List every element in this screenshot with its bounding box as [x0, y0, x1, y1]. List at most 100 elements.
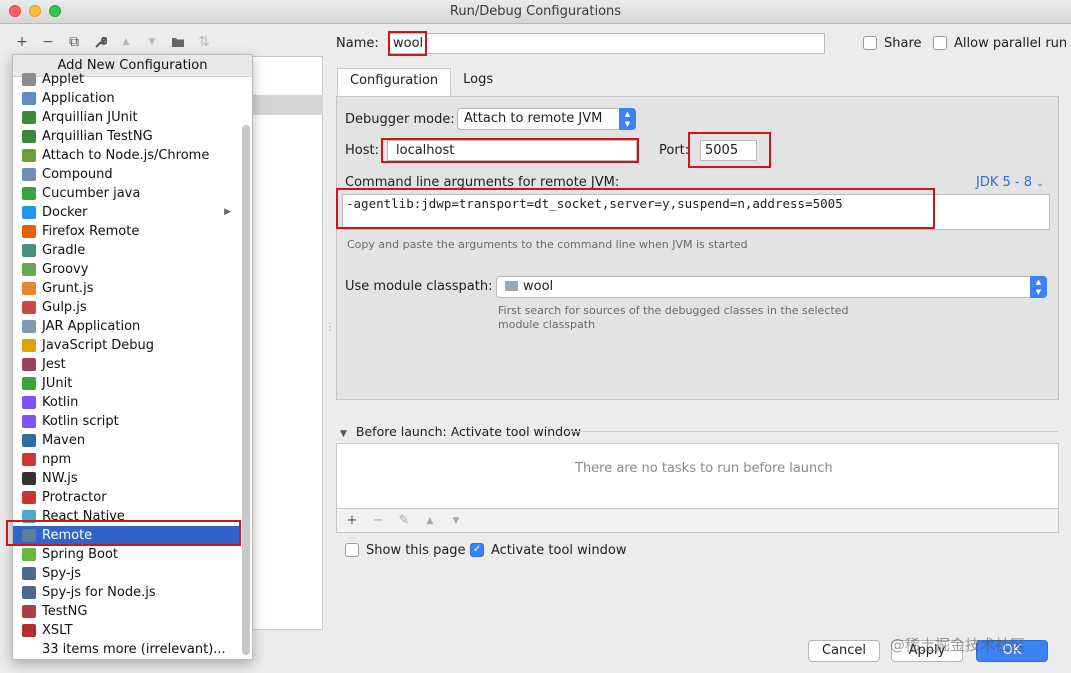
edit-task-icon[interactable]: ✎ — [395, 513, 413, 528]
popup-item-grunt-js[interactable]: Grunt.js — [13, 279, 241, 298]
popup-item-kotlin-script[interactable]: Kotlin script — [13, 412, 241, 431]
popup-item-label: Arquillian TestNG — [42, 129, 153, 144]
popup-item-label: Gulp.js — [42, 300, 87, 315]
popup-item-arquillian-testng[interactable]: Arquillian TestNG — [13, 127, 241, 146]
window-titlebar: Run/Debug Configurations — [0, 0, 1071, 24]
show-page-checkbox[interactable] — [345, 543, 359, 557]
popup-item-gulp-js[interactable]: Gulp.js — [13, 298, 241, 317]
junit-icon — [22, 377, 36, 390]
module-hint-line2: module classpath — [498, 318, 596, 331]
module-classpath-select[interactable]: wool ▲ ▼ — [496, 276, 1047, 298]
module-classpath-value: wool — [523, 279, 554, 294]
popup-item-label: Groovy — [42, 262, 89, 277]
move-up-icon[interactable]: ▲ — [116, 32, 136, 52]
popup-item-nw-js[interactable]: NW.js — [13, 469, 241, 488]
testng-icon — [22, 605, 36, 618]
allow-parallel-checkbox[interactable] — [933, 36, 947, 50]
popup-item-jar-application[interactable]: JAR Application — [13, 317, 241, 336]
add-icon[interactable]: + — [12, 32, 32, 52]
popup-item-gradle[interactable]: Gradle — [13, 241, 241, 260]
tree-selected-row[interactable] — [253, 95, 323, 115]
tab-configuration[interactable]: Configuration — [337, 68, 452, 96]
module-classpath-label: Use module classpath: — [345, 279, 493, 294]
popup-item-label: Kotlin script — [42, 414, 119, 429]
cancel-button[interactable]: Cancel — [808, 640, 880, 662]
close-window-button[interactable] — [9, 5, 21, 17]
popup-item-spy-js[interactable]: Spy-js — [13, 564, 241, 583]
popup-item-maven[interactable]: Maven — [13, 431, 241, 450]
before-launch-header[interactable]: ▼ Before launch: Activate tool window — [340, 424, 1058, 439]
popup-item-33-items-more-irrelevant[interactable]: 33 items more (irrelevant)... — [13, 640, 241, 659]
add-task-icon[interactable]: + — [343, 513, 361, 528]
popup-item-groovy[interactable]: Groovy — [13, 260, 241, 279]
popup-item-compound[interactable]: Compound — [13, 165, 241, 184]
popup-item-junit[interactable]: JUnit — [13, 374, 241, 393]
zoom-window-button[interactable] — [49, 5, 61, 17]
popup-item-label: Firefox Remote — [42, 224, 140, 239]
splitter-handle[interactable]: ⋮ — [325, 322, 335, 333]
popup-item-javascript-debug[interactable]: JavaScript Debug — [13, 336, 241, 355]
folder-icon[interactable] — [168, 32, 188, 52]
popup-item-react-native[interactable]: React Native — [13, 507, 241, 526]
module-folder-icon — [505, 281, 518, 291]
docker-icon — [22, 206, 36, 219]
grunt-icon — [22, 282, 36, 295]
share-checkbox[interactable] — [863, 36, 877, 50]
activate-tool-window-checkbox[interactable]: ✓ — [470, 543, 484, 557]
name-input[interactable]: wool — [388, 33, 825, 54]
minimize-window-button[interactable] — [29, 5, 41, 17]
popup-item-xslt[interactable]: XSLT — [13, 621, 241, 640]
debugger-mode-select[interactable]: Attach to remote JVM ▲ ▼ — [457, 108, 636, 130]
popup-item-label: TestNG — [42, 604, 88, 619]
popup-item-docker[interactable]: Docker ▶ — [13, 203, 241, 222]
chevron-updown-icon: ▲ ▼ — [619, 108, 636, 130]
popup-item-label: Compound — [42, 167, 113, 182]
jest-icon — [22, 358, 36, 371]
popup-item-spring-boot[interactable]: Spring Boot — [13, 545, 241, 564]
before-launch-task-list[interactable]: There are no tasks to run before launch — [336, 443, 1059, 509]
popup-item-jest[interactable]: Jest — [13, 355, 241, 374]
popup-item-attach-to-node-js-chrome[interactable]: Attach to Node.js/Chrome — [13, 146, 241, 165]
remove-task-icon[interactable]: − — [369, 513, 387, 528]
name-label: Name: — [336, 36, 379, 51]
popup-item-applet[interactable]: Applet — [13, 70, 241, 89]
popup-item-npm[interactable]: npm — [13, 450, 241, 469]
popup-scrollbar[interactable] — [242, 125, 250, 655]
kotlin-icon — [22, 396, 36, 409]
submenu-arrow-icon: ▶ — [224, 207, 231, 217]
wrench-icon[interactable] — [90, 32, 110, 52]
move-task-down-icon[interactable]: ▼ — [447, 516, 465, 526]
debugger-mode-value: Attach to remote JVM — [464, 111, 603, 126]
nwjs-icon — [22, 472, 36, 485]
popup-item-cucumber-java[interactable]: Cucumber java — [13, 184, 241, 203]
port-label: Port: — [659, 143, 690, 158]
popup-item-application[interactable]: Application — [13, 89, 241, 108]
tab-logs[interactable]: Logs — [451, 68, 505, 96]
popup-item-arquillian-junit[interactable]: Arquillian JUnit — [13, 108, 241, 127]
popup-item-kotlin[interactable]: Kotlin — [13, 393, 241, 412]
popup-item-testng[interactable]: TestNG — [13, 602, 241, 621]
popup-item-label: JavaScript Debug — [42, 338, 155, 353]
popup-item-label: Grunt.js — [42, 281, 94, 296]
collapse-triangle-icon: ▼ — [340, 429, 347, 439]
popup-item-protractor[interactable]: Protractor — [13, 488, 241, 507]
kotlin-script-icon — [22, 415, 36, 428]
sort-icon[interactable]: ⇅ — [194, 32, 214, 52]
move-task-up-icon[interactable]: ▲ — [421, 516, 439, 526]
popup-item-remote[interactable]: Remote — [13, 526, 241, 545]
popup-item-spy-js-for-node-js[interactable]: Spy-js for Node.js — [13, 583, 241, 602]
move-down-icon[interactable]: ▼ — [142, 32, 162, 52]
popup-item-label: Applet — [42, 72, 85, 87]
host-input[interactable]: localhost — [387, 140, 637, 161]
cmd-args-label: Command line arguments for remote JVM: — [345, 175, 620, 190]
copy-icon[interactable]: ⧉ — [64, 32, 84, 52]
port-input[interactable]: 5005 — [700, 140, 757, 161]
popup-item-label: Spy-js — [42, 566, 82, 581]
cmd-args-textarea[interactable]: -agentlib:jdwp=transport=dt_socket,serve… — [342, 194, 1050, 230]
popup-item-label: Maven — [42, 433, 86, 448]
debugger-mode-label: Debugger mode: — [345, 112, 455, 127]
popup-item-firefox-remote[interactable]: Firefox Remote — [13, 222, 241, 241]
jdk-version-select[interactable]: JDK 5 - 8 ⌄ — [976, 175, 1044, 190]
jar-icon — [22, 320, 36, 333]
remove-icon[interactable]: − — [38, 32, 58, 52]
